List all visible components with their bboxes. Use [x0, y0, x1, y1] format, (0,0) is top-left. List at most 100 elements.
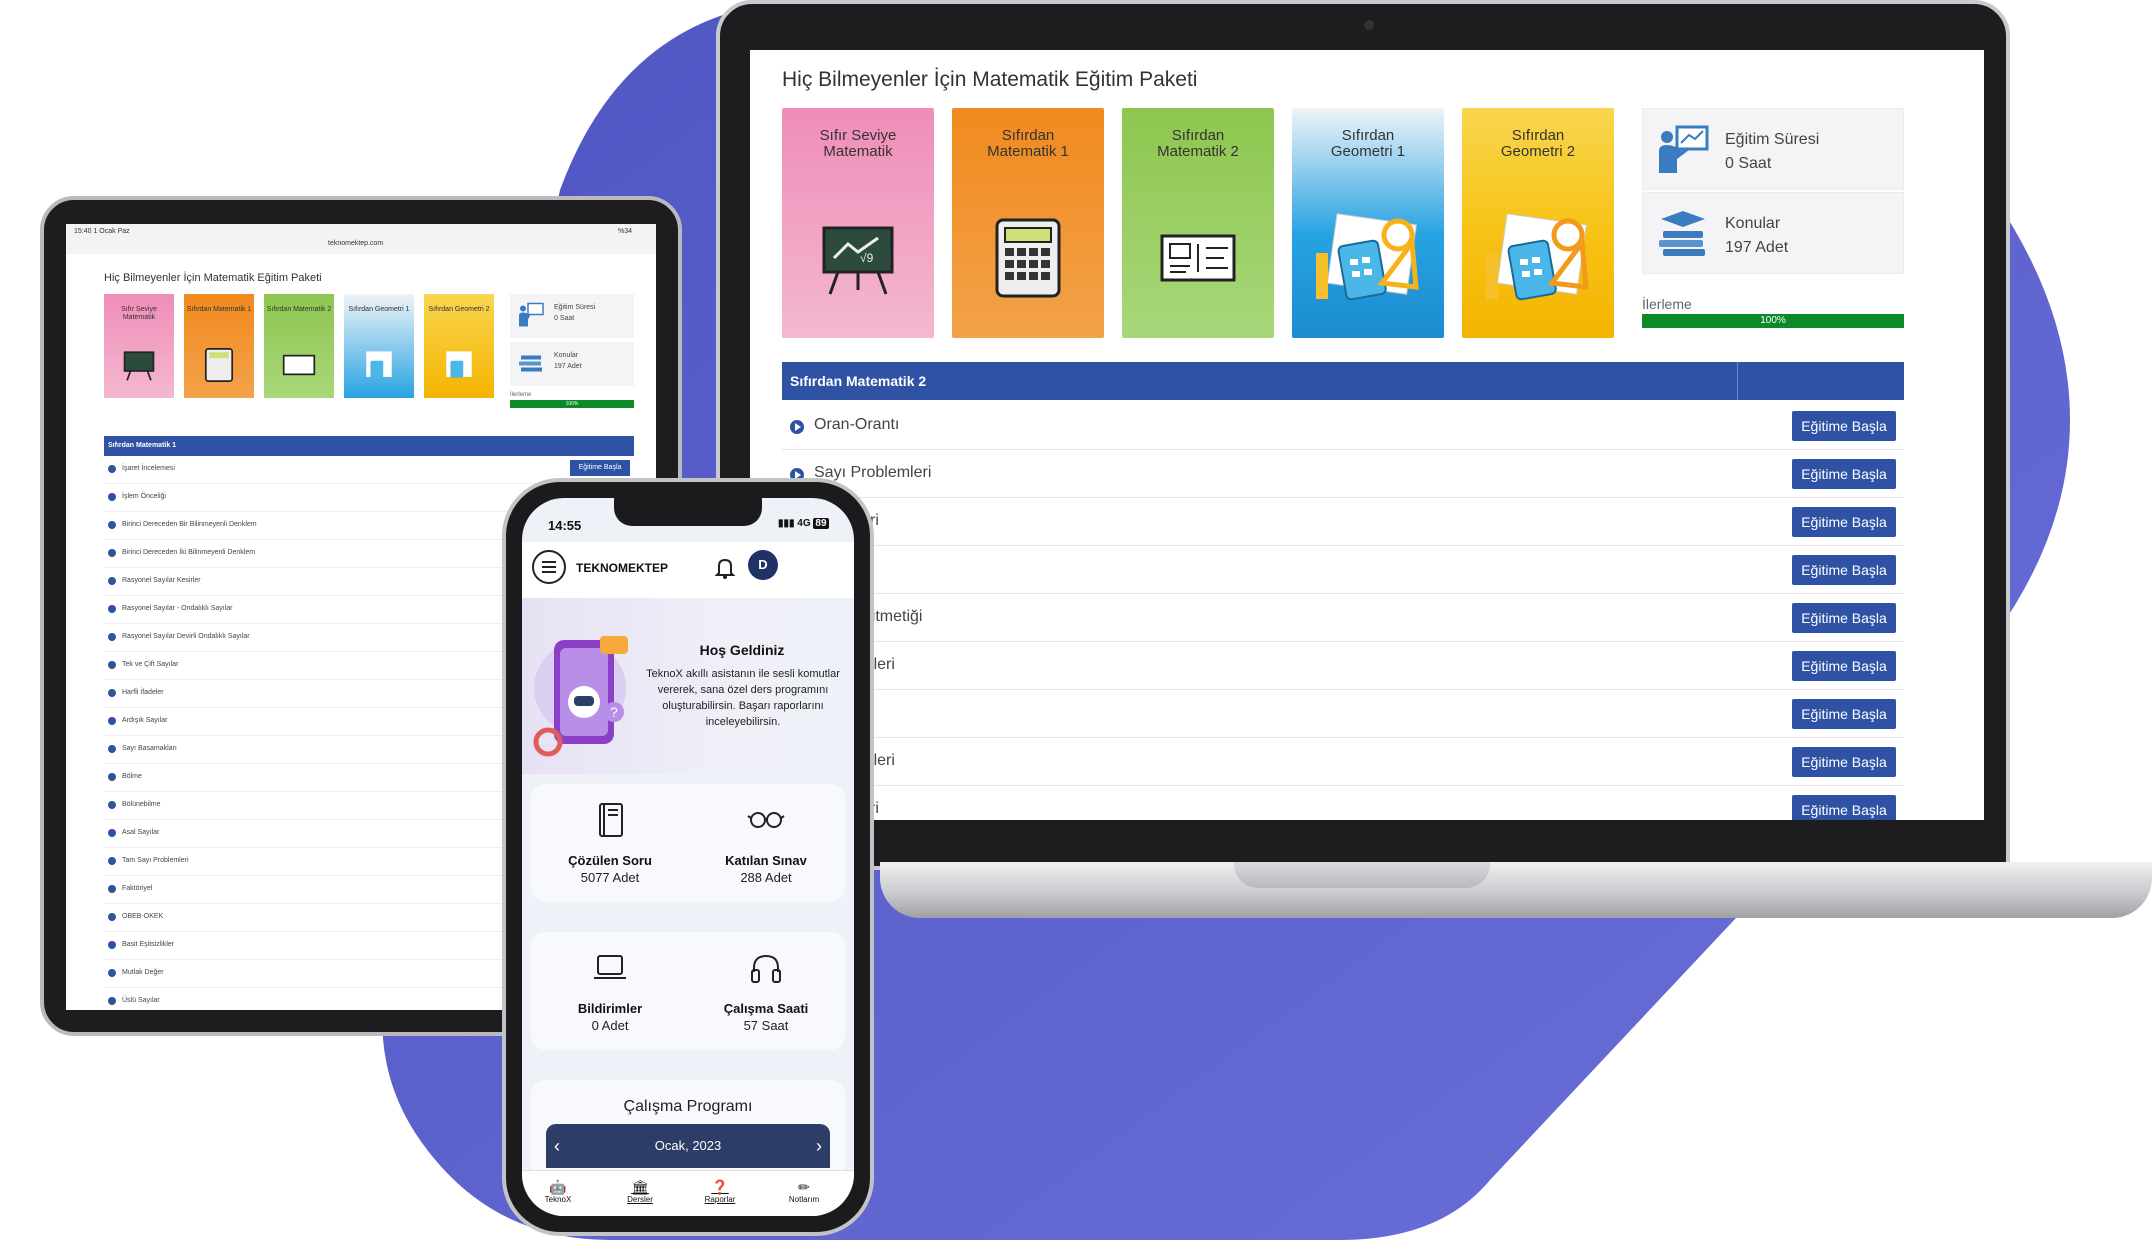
- question-icon: ❓: [711, 1179, 729, 1195]
- page-title: Hiç Bilmeyenler İçin Matematik Eğitim Pa…: [782, 68, 1198, 91]
- course-card-geometri-1[interactable]: Sıfırdan Geometri 1: [1292, 108, 1444, 338]
- bell-icon[interactable]: [714, 556, 736, 580]
- hamburger-menu-icon[interactable]: [532, 550, 566, 584]
- stats-card-2: Bildirimler 0 Adet Çalışma Saati 57 Saat: [531, 932, 845, 1050]
- welcome-text: TeknoX akıllı asistanın ile sesli komutl…: [646, 668, 840, 728]
- play-icon: [108, 829, 116, 837]
- play-icon: [108, 885, 116, 893]
- page-title: Hiç Bilmeyenler İçin Matematik Eğitim Pa…: [104, 272, 322, 284]
- topic-row[interactable]: oblemleriEğitime Başla: [782, 786, 1904, 820]
- topic-label: Tam Sayı Problemleri: [122, 857, 189, 864]
- stat-value: 0 Saat: [554, 315, 575, 322]
- start-training-button[interactable]: Eğitime Başla: [1792, 555, 1896, 585]
- laptop-hinge-notch: [1234, 862, 1490, 888]
- start-training-button[interactable]: Eğitime Başla: [1792, 603, 1896, 633]
- chevron-right-icon[interactable]: ›: [816, 1124, 822, 1168]
- topic-row[interactable]: ProblemleriEğitime Başla: [782, 642, 1904, 690]
- topic-label: İşaret İncelemesi: [122, 465, 175, 472]
- stat-calisma-saati[interactable]: Çalışma Saati 57 Saat: [691, 948, 841, 1033]
- stat-label: Katılan Sınav: [725, 853, 807, 868]
- chalkboard-icon: [123, 351, 155, 381]
- nav-teknox[interactable]: 🤖 TeknoX: [528, 1179, 588, 1204]
- phone-notch: [614, 498, 762, 526]
- progress-bar: 100%: [510, 400, 634, 408]
- robot-icon: 🤖: [549, 1179, 567, 1195]
- nav-label: Raporlar: [704, 1195, 736, 1204]
- stacked-books-icon: [1657, 209, 1709, 259]
- geometry-tools-icon: [1482, 213, 1592, 301]
- topic-row[interactable]: ProblemleriEğitime Başla: [782, 738, 1904, 786]
- chalkboard-icon: √9: [818, 218, 898, 298]
- header-divider: [1737, 362, 1738, 400]
- progress-label: İlerleme: [510, 392, 532, 398]
- nav-label: TeknoX: [544, 1195, 572, 1204]
- play-icon: [108, 969, 116, 977]
- status-url[interactable]: teknomektep.com: [328, 240, 383, 247]
- start-training-button[interactable]: Eğitime Başla: [1792, 651, 1896, 681]
- course-card-matematik-2[interactable]: Sıfırdan Matematik 2: [1122, 108, 1274, 338]
- stat-value: 0 Adet: [591, 1018, 629, 1033]
- course-card-geometri-2[interactable]: Sıfırdan Geometri 2: [1462, 108, 1614, 338]
- svg-text:?: ?: [610, 704, 618, 720]
- topic-row[interactable]: oblemleriEğitime Başla: [782, 498, 1904, 546]
- start-training-button[interactable]: Eğitime Başla: [1792, 459, 1896, 489]
- stat-egitim-suresi: Eğitim Süresi 0 Saat: [510, 294, 634, 338]
- topic-label: Faktöriyel: [122, 885, 153, 892]
- headphones-icon: [751, 954, 781, 983]
- topic-row[interactable]: ketim AritmetiğiEğitime Başla: [782, 594, 1904, 642]
- start-training-button[interactable]: Eğitime Başla: [1792, 795, 1896, 820]
- play-icon: [108, 521, 116, 529]
- topic-row[interactable]: Sayı Problemleri Eğitime Başla: [782, 450, 1904, 498]
- play-icon: [108, 745, 116, 753]
- start-training-button[interactable]: Eğitime Başla: [1792, 699, 1896, 729]
- topic-label: Asal Sayılar: [122, 829, 160, 836]
- course-card-label: Sıfırdan Matematik 2: [266, 306, 332, 313]
- course-card-sifir-seviye[interactable]: Sıfır Seviye Matematik √9: [782, 108, 934, 338]
- stat-cozulen-soru[interactable]: Çözülen Soru 5077 Adet: [535, 800, 685, 885]
- start-training-button[interactable]: Eğitime Başla: [1792, 411, 1896, 441]
- course-card-label: Sıfırdan Geometri 1: [348, 306, 410, 313]
- topic-label: İşlem Önceliği: [122, 493, 166, 500]
- start-training-button[interactable]: Eğitime Başla: [570, 460, 630, 476]
- play-icon: [108, 997, 116, 1005]
- course-card-matematik-1[interactable]: Sıfırdan Matematik 1: [952, 108, 1104, 338]
- nav-label: Dersler: [627, 1195, 653, 1204]
- bottom-nav: 🤖 TeknoX 🏛 Dersler ❓ Raporlar ✏ Notlarım: [522, 1170, 854, 1216]
- topic-row[interactable]: lemleriEğitime Başla: [782, 546, 1904, 594]
- stat-value: 0 Saat: [1725, 155, 1772, 172]
- course-card-sifir-seviye[interactable]: Sıfır Seviye Matematik: [104, 294, 174, 398]
- topic-label: Rasyonel Sayılar - Ondalıklı Sayılar: [122, 605, 233, 612]
- glasses-icon: [747, 812, 785, 828]
- month-label: Ocak, 2023: [654, 1138, 722, 1153]
- topic-row[interactable]: lemleriEğitime Başla: [782, 690, 1904, 738]
- course-card-geometri-2[interactable]: Sıfırdan Geometri 2: [424, 294, 494, 398]
- course-card-matematik-2[interactable]: Sıfırdan Matematik 2: [264, 294, 334, 398]
- geometry-tools-icon: [366, 351, 392, 378]
- nav-notlarim[interactable]: ✏ Notlarım: [774, 1179, 834, 1204]
- stat-value: 197 Adet: [1725, 239, 1789, 256]
- status-time: 14:55: [548, 518, 582, 533]
- topic-row[interactable]: Oran-Orantı Eğitime Başla: [782, 402, 1904, 450]
- start-training-button[interactable]: Eğitime Başla: [1792, 747, 1896, 777]
- chevron-left-icon[interactable]: ‹: [554, 1124, 560, 1168]
- topic-label: Bölme: [122, 773, 142, 780]
- course-card-geometri-1[interactable]: Sıfırdan Geometri 1: [344, 294, 414, 398]
- stat-egitim-suresi: Eğitim Süresi 0 Saat: [1642, 108, 1904, 190]
- play-icon: [108, 689, 116, 697]
- course-card-label: Sıfır Seviye Matematik: [819, 127, 897, 160]
- play-icon: [108, 549, 116, 557]
- play-icon: [108, 941, 116, 949]
- play-icon: [108, 801, 116, 809]
- avatar[interactable]: D: [748, 550, 778, 580]
- progress-label: İlerleme: [1642, 296, 1692, 312]
- stat-katilan-sinav[interactable]: Katılan Sınav 288 Adet: [691, 800, 841, 885]
- play-icon: [108, 913, 116, 921]
- course-card-matematik-1[interactable]: Sıfırdan Matematik 1: [184, 294, 254, 398]
- start-training-button[interactable]: Eğitime Başla: [1792, 507, 1896, 537]
- topic-label: OBEB-OKEK: [122, 913, 164, 920]
- topic-label: Harfli İfadeler: [122, 689, 164, 696]
- nav-dersler[interactable]: 🏛 Dersler: [610, 1179, 670, 1204]
- nav-raporlar[interactable]: ❓ Raporlar: [690, 1179, 750, 1204]
- topic-label: Birinci Dereceden Bir Bilinmeyenli Denkl…: [122, 521, 257, 528]
- stat-bildirimler[interactable]: Bildirimler 0 Adet: [535, 948, 685, 1033]
